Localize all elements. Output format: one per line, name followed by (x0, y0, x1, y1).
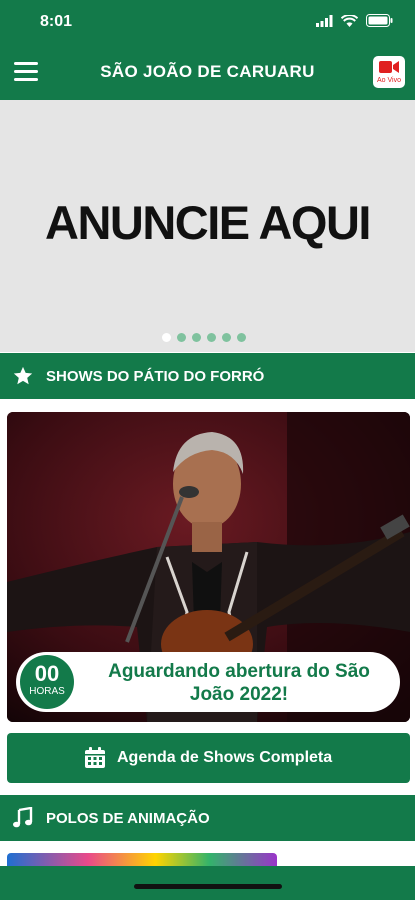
banner-text: ANUNCIE AQUI (45, 196, 371, 249)
ad-banner-carousel[interactable]: ANUNCIE AQUI (0, 100, 415, 352)
bottom-bar (0, 866, 415, 900)
status-bar: 8:01 (0, 0, 415, 44)
carousel-dot[interactable] (237, 333, 246, 342)
countdown-circle: 00 HORAS (20, 655, 74, 709)
carousel-dot[interactable] (192, 333, 201, 342)
carousel-pagination (162, 333, 246, 342)
full-schedule-label: Agenda de Shows Completa (117, 749, 333, 766)
system-icons (316, 14, 393, 27)
countdown-pill: 00 HORAS Aguardando abertura do São João… (16, 652, 400, 712)
carousel-dot[interactable] (177, 333, 186, 342)
section-title: SHOWS DO PÁTIO DO FORRÓ (46, 368, 265, 385)
section-header-shows: SHOWS DO PÁTIO DO FORRÓ (0, 353, 415, 399)
calendar-icon (85, 747, 105, 768)
signal-icon (316, 14, 333, 27)
carousel-dot[interactable] (162, 333, 171, 342)
star-icon (13, 366, 33, 385)
carousel-dot[interactable] (207, 333, 216, 342)
app-title: SÃO JOÃO DE CARUARU (100, 62, 315, 81)
full-schedule-button[interactable]: Agenda de Shows Completa (7, 733, 410, 783)
countdown-value: 00 (34, 661, 60, 686)
live-stream-button[interactable]: Ao Vivo (373, 56, 405, 88)
section-title: POLOS DE ANIMAÇÃO (46, 810, 210, 827)
live-label: Ao Vivo (377, 77, 401, 84)
top-app-bar: SÃO JOÃO DE CARUARU Ao Vivo (0, 44, 415, 100)
carousel-dot[interactable] (222, 333, 231, 342)
show-card[interactable]: 00 HORAS Aguardando abertura do São João… (7, 412, 410, 722)
status-time: 8:01 (40, 13, 73, 30)
countdown-message: Aguardando abertura do São João 2022! (108, 661, 370, 705)
home-indicator[interactable] (134, 884, 282, 889)
video-camera-icon (379, 61, 399, 73)
section-header-polos: POLOS DE ANIMAÇÃO (0, 795, 415, 841)
wifi-icon (341, 14, 358, 27)
countdown-unit: HORAS (29, 686, 65, 697)
battery-icon (366, 14, 393, 27)
music-note-icon (13, 807, 33, 828)
